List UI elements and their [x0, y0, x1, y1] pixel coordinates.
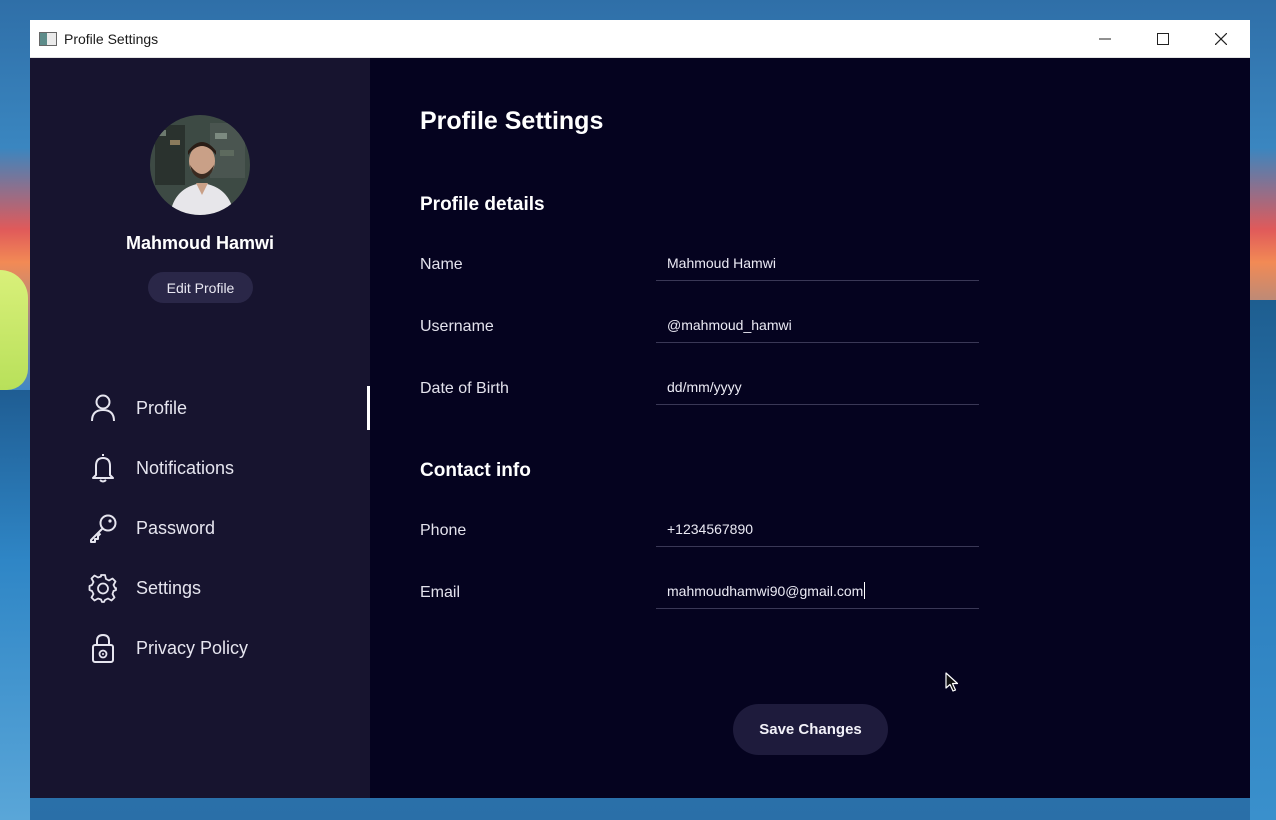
app-window: Profile Settings Mahmoud Hamwi Edit Prof…	[30, 20, 1250, 798]
app-icon	[39, 31, 57, 46]
username-label: Username	[420, 318, 494, 335]
date-of-birth-field[interactable]: dd/mm/yyyy	[656, 369, 979, 405]
minimize-icon	[1099, 38, 1111, 40]
page-title: Profile Settings	[420, 107, 604, 135]
phone-label: Phone	[420, 522, 467, 539]
desktop-wallpaper-land	[0, 270, 28, 390]
sidebar-item-label: Settings	[136, 577, 202, 598]
maximize-button[interactable]	[1134, 20, 1192, 58]
key-icon	[88, 513, 118, 543]
sidebar-item-password[interactable]: Password	[30, 498, 370, 558]
name-value: Mahmoud Hamwi	[667, 254, 776, 271]
lock-icon	[88, 633, 118, 663]
username-value: @mahmoud_hamwi	[667, 316, 792, 333]
desktop-wallpaper-left	[0, 390, 30, 820]
avatar-photo	[150, 115, 250, 215]
main-content: Profile Settings Profile details Name Ma…	[370, 58, 1250, 798]
user-icon	[88, 393, 118, 423]
gear-icon	[88, 573, 118, 603]
email-label: Email	[420, 584, 461, 601]
date-of-birth-value: dd/mm/yyyy	[667, 378, 742, 395]
email-field[interactable]: mahmoudhamwi90@gmail.com	[656, 573, 979, 609]
sidebar-nav: Profile Notifications Password Settings …	[30, 378, 370, 678]
bell-icon	[88, 453, 118, 483]
save-changes-button[interactable]: Save Changes	[733, 704, 888, 755]
phone-field[interactable]: +1234567890	[656, 511, 979, 547]
edit-profile-button[interactable]: Edit Profile	[148, 272, 253, 303]
title-bar[interactable]: Profile Settings	[30, 20, 1250, 58]
close-button[interactable]	[1192, 20, 1250, 58]
section-title-profile-details: Profile details	[420, 194, 545, 215]
desktop-wallpaper-right	[1250, 300, 1276, 820]
sidebar-item-label: Notifications	[136, 457, 235, 478]
window-title: Profile Settings	[64, 30, 159, 47]
email-value: mahmoudhamwi90@gmail.com	[667, 582, 864, 599]
section-title-contact-info: Contact info	[420, 460, 531, 481]
minimize-button[interactable]	[1076, 20, 1134, 58]
sidebar-item-label: Privacy Policy	[136, 637, 249, 658]
name-field[interactable]: Mahmoud Hamwi	[656, 245, 979, 281]
sidebar-item-label: Password	[136, 517, 216, 538]
close-icon	[1215, 33, 1227, 45]
mouse-cursor-icon	[945, 672, 959, 692]
user-name: Mahmoud Hamwi	[125, 233, 274, 253]
maximize-icon	[1157, 33, 1169, 45]
sidebar-item-label: Profile	[136, 397, 188, 418]
sidebar-item-profile[interactable]: Profile	[30, 378, 370, 438]
avatar[interactable]	[150, 115, 250, 215]
date-of-birth-label: Date of Birth	[420, 380, 509, 397]
sidebar: Mahmoud Hamwi Edit Profile Profile Notif…	[30, 58, 370, 798]
username-field[interactable]: @mahmoud_hamwi	[656, 307, 979, 343]
window-controls	[1076, 20, 1250, 58]
sidebar-item-settings[interactable]: Settings	[30, 558, 370, 618]
phone-value: +1234567890	[667, 520, 754, 537]
sidebar-item-privacy-policy[interactable]: Privacy Policy	[30, 618, 370, 678]
text-caret	[864, 582, 866, 599]
name-label: Name	[420, 256, 463, 273]
sidebar-item-notifications[interactable]: Notifications	[30, 438, 370, 498]
